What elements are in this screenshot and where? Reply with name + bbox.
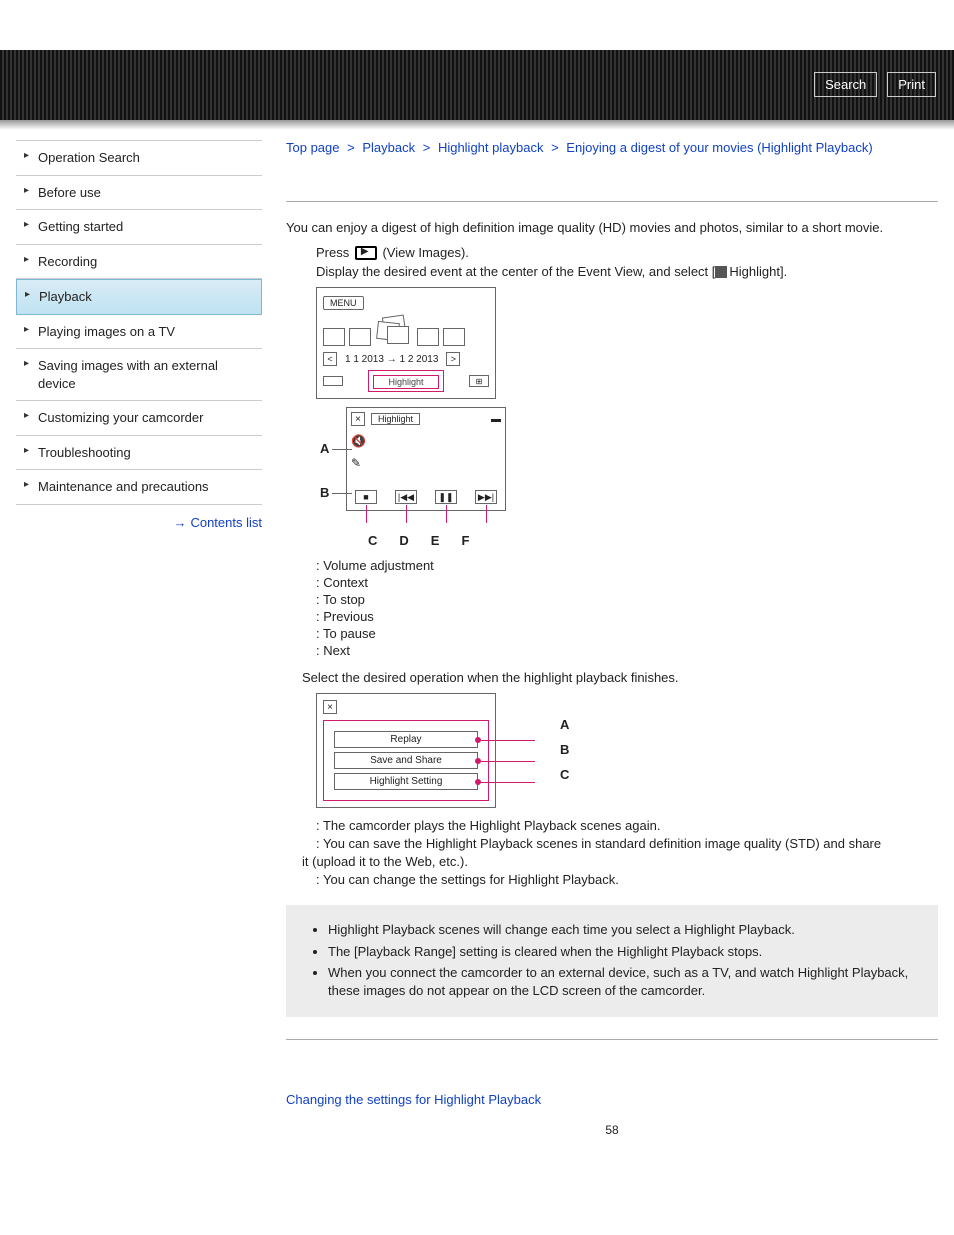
- highlight-badge: Highlight: [371, 413, 420, 425]
- breadcrumb-top[interactable]: Top page: [286, 140, 340, 155]
- next-icon: ▶▶|: [475, 490, 497, 504]
- pause-icon: ❚❚: [435, 490, 457, 504]
- sidebar-item-playback[interactable]: Playback: [16, 279, 262, 315]
- context-icon: ✎: [351, 456, 361, 470]
- note-item: When you connect the camcorder to an ext…: [328, 964, 922, 999]
- figure-playback-controls: A B × Highlight ▬ 🔇 ✎ ■: [316, 407, 938, 548]
- close-icon: ×: [323, 700, 337, 714]
- search-button[interactable]: Search: [814, 72, 877, 97]
- option-replay: Replay: [334, 731, 478, 748]
- option-highlight-setting: Highlight Setting: [334, 773, 478, 790]
- sidebar-item-saving-images[interactable]: Saving images with an external device: [16, 349, 262, 401]
- next-icon: >: [446, 352, 460, 366]
- notes-box: Highlight Playback scenes will change ea…: [286, 905, 938, 1017]
- main-content: Top page > Playback > Highlight playback…: [286, 140, 938, 1137]
- intro-text: You can enjoy a digest of high definitio…: [286, 220, 938, 235]
- arrow-right-icon: →: [173, 515, 186, 530]
- menu-label: MENU: [323, 296, 364, 310]
- sidebar-item-before-use[interactable]: Before use: [16, 176, 262, 211]
- sidebar-item-playing-tv[interactable]: Playing images on a TV: [16, 315, 262, 350]
- close-icon: ×: [351, 412, 365, 426]
- speaker-icon: 🔇: [351, 434, 366, 448]
- label-b: B: [560, 742, 569, 757]
- date-range: 1 1 2013 → 1 2 2013: [345, 354, 438, 365]
- sidebar-item-maintenance[interactable]: Maintenance and precautions: [16, 470, 262, 505]
- highlight-button: Highlight: [373, 375, 438, 389]
- label-b: B: [320, 485, 329, 500]
- divider: [286, 1039, 938, 1040]
- top-bar: Search Print: [0, 50, 954, 120]
- sidebar-item-troubleshooting[interactable]: Troubleshooting: [16, 436, 262, 471]
- figure-event-view: MENU < 1 1 2013 → 1: [316, 287, 938, 399]
- print-button[interactable]: Print: [887, 72, 936, 97]
- step-1: Press (View Images).: [316, 245, 938, 260]
- breadcrumb-current[interactable]: Enjoying a digest of your movies (Highli…: [566, 140, 872, 155]
- prev-icon: <: [323, 352, 337, 366]
- previous-icon: |◀◀: [395, 490, 417, 504]
- thumb-nav-icon: ⊞: [469, 375, 489, 387]
- control-definitions: : Volume adjustment : Context : To stop …: [316, 558, 938, 658]
- option-explanations: : The camcorder plays the Highlight Play…: [302, 818, 938, 887]
- view-images-icon: [355, 246, 377, 260]
- divider: [286, 201, 938, 202]
- contents-list-link[interactable]: → Contents list: [16, 515, 262, 530]
- label-a: A: [320, 441, 329, 456]
- sidebar-item-operation-search[interactable]: Operation Search: [16, 141, 262, 176]
- contents-list-label: Contents list: [190, 515, 262, 530]
- link-change-settings[interactable]: Changing the settings for Highlight Play…: [286, 1092, 541, 1107]
- step-3: Select the desired operation when the hi…: [302, 670, 938, 685]
- option-save-share: Save and Share: [334, 752, 478, 769]
- breadcrumb-highlight[interactable]: Highlight playback: [438, 140, 544, 155]
- sidebar-item-getting-started[interactable]: Getting started: [16, 210, 262, 245]
- label-f: F: [461, 533, 469, 548]
- step-2: Display the desired event at the center …: [316, 264, 938, 279]
- label-c: C: [560, 767, 569, 782]
- sidebar-item-customizing[interactable]: Customizing your camcorder: [16, 401, 262, 436]
- note-item: The [Playback Range] setting is cleared …: [328, 943, 922, 961]
- breadcrumb-playback[interactable]: Playback: [362, 140, 415, 155]
- sidebar-item-recording[interactable]: Recording: [16, 245, 262, 280]
- label-a: A: [560, 717, 569, 732]
- label-d: D: [399, 533, 408, 548]
- highlight-icon: [715, 266, 727, 278]
- label-e: E: [431, 533, 440, 548]
- page-number: 58: [286, 1123, 938, 1137]
- sidebar: Operation Search Before use Getting star…: [16, 140, 262, 530]
- note-item: Highlight Playback scenes will change ea…: [328, 921, 922, 939]
- stop-icon: ■: [355, 490, 377, 504]
- battery-icon: [323, 376, 343, 386]
- breadcrumb: Top page > Playback > Highlight playback…: [286, 140, 938, 155]
- label-c: C: [368, 533, 377, 548]
- figure-finish-options: × Replay Save and Share Highlight Settin…: [316, 693, 938, 808]
